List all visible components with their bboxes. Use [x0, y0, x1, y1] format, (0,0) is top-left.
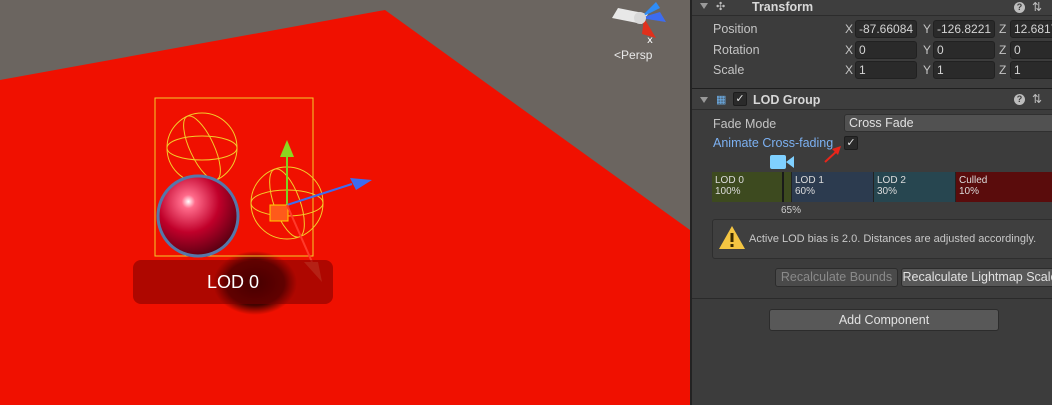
lod-segment-name: LOD 2 — [877, 175, 906, 186]
scene-view[interactable]: x <Persp LOD 0 — [0, 0, 690, 405]
rotation-z-field[interactable]: 0 — [1010, 41, 1052, 59]
lod-segment-percent: 60% — [795, 186, 816, 197]
current-lod-marker[interactable] — [782, 172, 784, 202]
lod-group-enabled-checkbox[interactable]: ✓ — [733, 92, 747, 106]
component-divider — [692, 298, 1052, 299]
scale-label: Scale — [713, 63, 745, 77]
projection-icon: < — [614, 48, 622, 62]
scale-z-field[interactable]: 1 — [1010, 61, 1052, 79]
lod-segment-name: LOD 1 — [795, 175, 824, 186]
rotation-y-field[interactable]: 0 — [933, 41, 995, 59]
help-icon[interactable]: ? — [1014, 2, 1025, 13]
transform-title: Transform — [752, 0, 814, 14]
lod-group-icon: ▦ — [716, 94, 727, 106]
lod-bias-warning: Active LOD bias is 2.0. Distances are ad… — [712, 219, 1052, 259]
solid-sphere — [156, 174, 240, 258]
current-lod-percent: 65% — [781, 205, 802, 216]
recalculate-bounds-button[interactable]: Recalculate Bounds — [775, 268, 898, 287]
inspector-panel: ✣ Transform ? ⇅ Position X -87.66084 Y -… — [690, 0, 1052, 405]
transform-icon: ✣ — [716, 1, 726, 13]
lod-segment-name: Culled — [959, 175, 988, 186]
lod-segment-2[interactable]: LOD 2 30% — [874, 172, 956, 202]
settings-icon[interactable]: ⇅ — [1032, 0, 1042, 14]
rotation-x-field[interactable]: 0 — [855, 41, 917, 59]
help-icon[interactable]: ? — [1014, 94, 1025, 105]
transform-header[interactable]: ✣ Transform ? ⇅ — [692, 0, 1052, 16]
position-label: Position — [713, 22, 758, 36]
position-y-field[interactable]: -126.8221 — [933, 20, 995, 38]
recalculate-lightmap-scale-button[interactable]: Recalculate Lightmap Scale — [901, 268, 1052, 287]
scale-x-field[interactable]: 1 — [855, 61, 917, 79]
fade-mode-dropdown[interactable]: Cross Fade — [844, 114, 1052, 132]
position-x-axis: X — [845, 22, 854, 36]
rotation-y-axis: Y — [923, 43, 932, 57]
rotation-label: Rotation — [713, 43, 760, 57]
warning-icon — [719, 226, 745, 249]
scale-x-axis: X — [845, 63, 854, 77]
animate-crossfading-checkbox[interactable]: ✓ — [844, 136, 858, 150]
position-z-axis: Z — [999, 22, 1007, 36]
rotation-x-axis: X — [845, 43, 854, 57]
camera-icon[interactable] — [770, 153, 796, 171]
rotation-z-axis: Z — [999, 43, 1007, 57]
projection-label: Persp — [621, 48, 653, 62]
foldout-arrow-icon[interactable] — [700, 97, 708, 103]
position-y-axis: Y — [923, 22, 932, 36]
scale-z-axis: Z — [999, 63, 1007, 77]
fade-mode-label: Fade Mode — [713, 117, 777, 131]
lod-group-title: LOD Group — [753, 93, 821, 107]
lod-segment-culled[interactable]: Culled 10% — [956, 172, 1052, 202]
position-z-field[interactable]: 12.6817 — [1010, 20, 1052, 38]
lod-segment-0[interactable]: LOD 0 100% — [712, 172, 792, 202]
ground-plane — [0, 10, 690, 405]
orientation-gizmo — [612, 2, 666, 38]
lod-segment-1[interactable]: LOD 1 60% — [792, 172, 874, 202]
add-component-button[interactable]: Add Component — [769, 309, 999, 331]
lod-segment-name: LOD 0 — [715, 175, 744, 186]
lod-level-indicator: LOD 0 — [133, 260, 333, 304]
foldout-arrow-icon[interactable] — [700, 3, 708, 9]
projection-toggle[interactable]: <Persp — [614, 48, 652, 62]
lod-segment-percent: 100% — [715, 186, 741, 197]
scale-y-field[interactable]: 1 — [933, 61, 995, 79]
animate-crossfading-label: Animate Cross-fading — [713, 136, 834, 150]
lod-level-bar[interactable]: LOD 0 100% LOD 1 60% LOD 2 30% Culled 10… — [712, 172, 1052, 202]
settings-icon[interactable]: ⇅ — [1032, 92, 1042, 106]
lod-segment-percent: 10% — [959, 186, 980, 197]
lod-segment-percent: 30% — [877, 186, 898, 197]
scene-viewport[interactable] — [0, 0, 690, 405]
position-x-field[interactable]: -87.66084 — [855, 20, 917, 38]
warning-text: Active LOD bias is 2.0. Distances are ad… — [749, 233, 1037, 245]
lod-level-text: LOD 0 — [206, 272, 260, 292]
scale-y-axis: Y — [923, 63, 932, 77]
gizmo-axis-x-label: x — [647, 35, 653, 46]
annotation-arrow-icon — [824, 146, 841, 163]
lod-group-header[interactable]: ▦ ✓ LOD Group ? ⇅ — [692, 88, 1052, 110]
